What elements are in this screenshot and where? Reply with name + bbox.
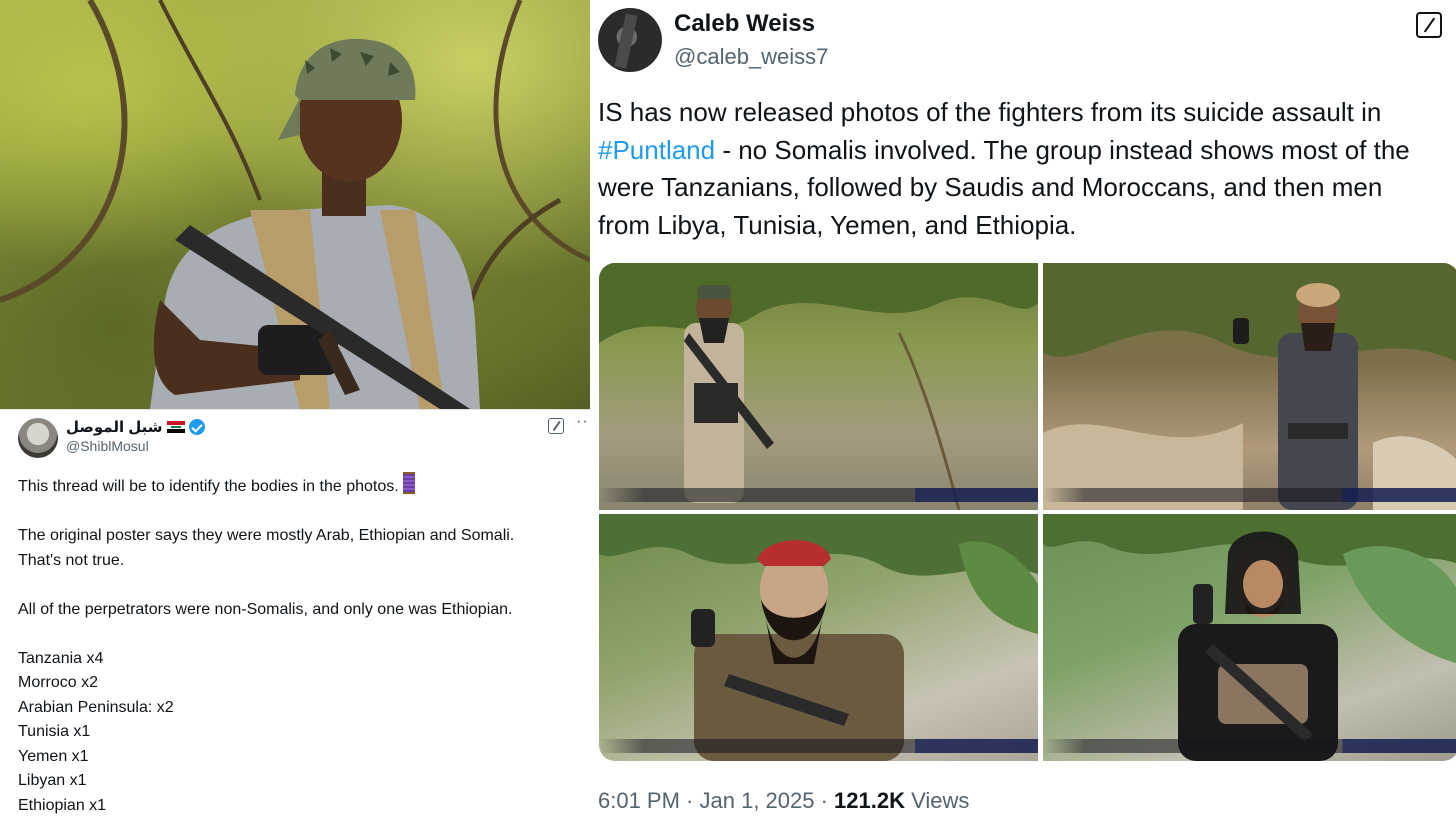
main-tweet: Caleb Weiss @caleb_weiss7 IS has now rel…: [590, 0, 1456, 819]
verified-badge-icon: [188, 419, 205, 435]
timestamp-time[interactable]: 6:01 PM: [598, 788, 680, 813]
tweet-line: were Tanzanians, followed by Saudis and …: [598, 172, 1383, 202]
tweet-line: Morroco x2: [18, 674, 99, 691]
tweet-line: Yemen x1: [18, 747, 89, 765]
thread-spool-icon: [402, 472, 415, 494]
caption-bar: [599, 739, 1038, 753]
author-name-row[interactable]: شبل الموصل: [66, 418, 205, 436]
tweet-meta: 6:01 PM · Jan 1, 2025 · 121.2K Views: [598, 788, 970, 813]
tweet-line: The original poster says they were mostl…: [18, 527, 515, 544]
iraq-flag-icon: [166, 421, 185, 433]
author-handle[interactable]: @ShiblMosul: [66, 438, 149, 454]
tweet-line: [18, 500, 578, 525]
tweet-line: [18, 573, 578, 598]
fighter-photo[interactable]: [0, 0, 590, 409]
tweet-line: This thread will be to identify the bodi…: [18, 472, 578, 500]
tweet-line: Ethiopian x1: [18, 796, 107, 814]
tweet-text: This thread will be to identify the bodi…: [18, 472, 578, 818]
left-column: شبل الموصل @ShiblMosul ··· This thread w…: [0, 0, 594, 820]
media-photo[interactable]: [599, 263, 1038, 510]
grok-icon[interactable]: [548, 418, 564, 434]
caption-bar: [599, 488, 1038, 502]
tweet-line: [18, 622, 578, 647]
tweet-line: Tanzania x4: [18, 649, 104, 667]
display-name[interactable]: Caleb Weiss: [674, 10, 815, 38]
media-photo[interactable]: [599, 514, 1038, 761]
timestamp-date[interactable]: Jan 1, 2025: [700, 788, 815, 813]
quoted-tweet-card[interactable]: شبل الموصل @ShiblMosul ··· This thread w…: [0, 409, 594, 820]
caption-bar: [1043, 739, 1456, 753]
tweet-line: That's not true.: [18, 551, 125, 569]
avatar[interactable]: [18, 418, 58, 458]
grok-icon[interactable]: [1416, 12, 1442, 38]
tweet-line: All of the perpetrators were non-Somalis…: [18, 600, 513, 618]
tweet-line: from Libya, Tunisia, Yemen, and Ethiopia…: [598, 209, 1077, 240]
tweet-line: #Puntland - no Somalis involved. The gro…: [598, 134, 1410, 165]
media-photo[interactable]: [1043, 514, 1456, 761]
tweet-line: Libyan x1: [18, 772, 87, 789]
avatar[interactable]: [598, 8, 662, 72]
media-photo[interactable]: [1043, 263, 1456, 510]
tweet-line: Tunisia x1: [18, 723, 91, 740]
caption-bar: [1043, 488, 1456, 502]
tweet-text: IS has now released photos of the fighte…: [598, 94, 1456, 244]
views-label: Views: [905, 788, 970, 813]
author-handle[interactable]: @caleb_weiss7: [674, 44, 828, 70]
views-count: 121.2K: [834, 788, 905, 813]
tweet-line: Arabian Peninsula: x2: [18, 698, 174, 716]
display-name[interactable]: شبل الموصل: [66, 418, 163, 436]
media-grid: [599, 263, 1456, 761]
tweet-line: IS has now released photos of the fighte…: [598, 97, 1382, 127]
hashtag-link[interactable]: #Puntland: [598, 135, 715, 165]
